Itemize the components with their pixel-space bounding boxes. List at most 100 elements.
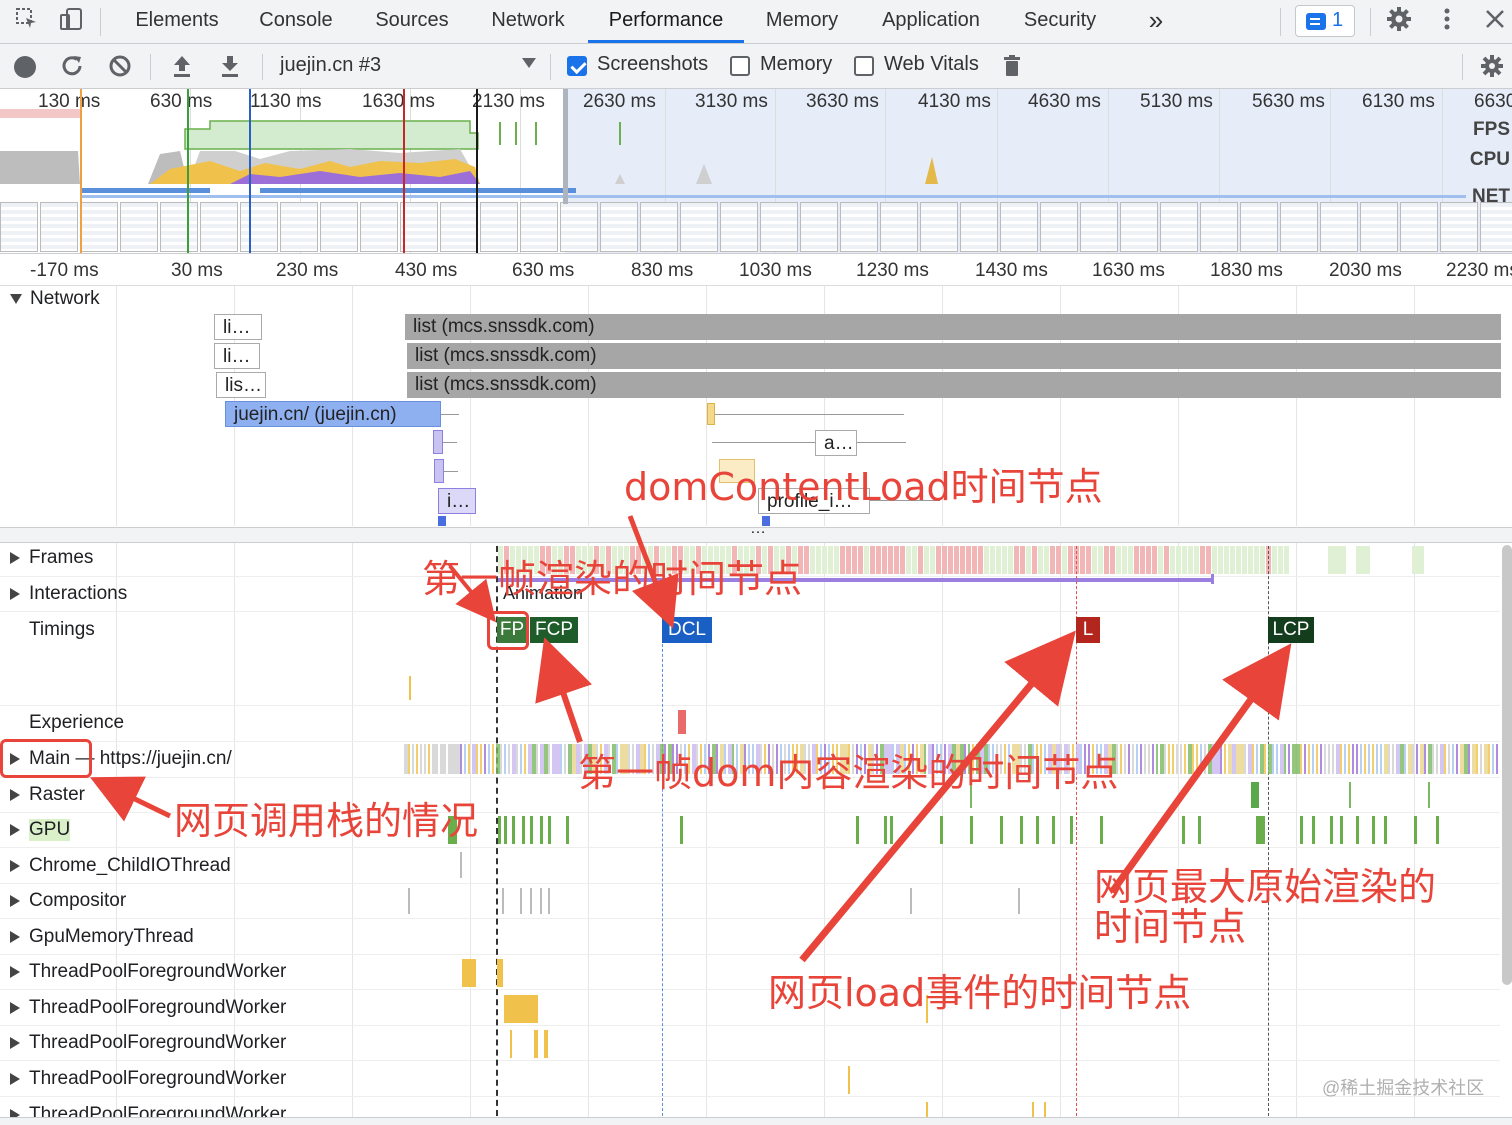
upload-icon[interactable] [168,53,196,81]
gpu-task[interactable] [504,816,507,844]
frame-bar[interactable] [1110,546,1115,574]
main-task[interactable] [1196,744,1198,774]
frame-bar[interactable] [1014,546,1019,574]
main-task[interactable] [1200,744,1202,774]
frame-bar[interactable] [834,546,839,574]
frame-bar[interactable] [1032,546,1037,574]
screenshot-thumbnail[interactable] [800,202,838,252]
frame-bar[interactable] [882,546,887,574]
frame-bar[interactable] [1206,546,1211,574]
frame-bar[interactable] [1122,546,1127,574]
main-task[interactable] [1204,744,1206,774]
main-task[interactable] [480,744,482,774]
frame-bar[interactable] [1242,546,1247,574]
screenshot-thumbnail[interactable] [80,202,118,252]
gpu-task[interactable] [548,816,551,844]
screenshot-thumbnail[interactable] [1440,202,1478,252]
gpu-task[interactable] [1300,816,1303,844]
gpu-task[interactable] [680,816,683,844]
frame-bar[interactable] [1152,546,1157,574]
gpu-task[interactable] [940,816,943,844]
main-task[interactable] [1316,744,1318,774]
main-task[interactable] [1328,744,1330,774]
frame-bar[interactable] [1182,546,1187,574]
expand-gpu-memory-icon[interactable] [10,931,20,943]
main-task[interactable] [1148,744,1150,774]
tab-application[interactable]: Application [866,0,996,43]
main-task[interactable] [1144,744,1146,774]
frame-bar[interactable] [1278,546,1283,574]
tab-security[interactable]: Security [1010,0,1110,43]
frame-bar[interactable] [852,546,857,574]
main-task[interactable] [424,744,426,774]
expand-worker-icon[interactable] [10,1002,20,1014]
screenshot-thumbnail[interactable] [880,202,918,252]
frame-bar[interactable] [1050,546,1055,574]
expand-worker-icon[interactable] [10,966,20,978]
gpu-task[interactable] [884,816,887,844]
frame-bar[interactable] [1038,546,1043,574]
screenshot-thumbnail[interactable] [1000,202,1038,252]
frame-bar[interactable] [804,546,809,574]
main-task[interactable] [1360,744,1362,774]
frame-bar[interactable] [1092,546,1097,574]
screenshot-thumbnail[interactable] [360,202,398,252]
web-vitals-label[interactable]: Web Vitals [884,53,979,76]
screenshot-thumbnail[interactable] [320,202,358,252]
main-task[interactable] [1152,744,1154,774]
settings-gear-icon[interactable] [1384,6,1414,36]
main-task[interactable] [1356,744,1358,774]
screenshot-filmstrip[interactable] [0,202,1512,252]
main-task[interactable] [1488,744,1490,774]
more-vertical-icon[interactable] [1432,6,1462,36]
track-compositor[interactable]: Compositor [29,890,126,912]
track-timings[interactable]: Timings [29,619,95,641]
frame-bar[interactable] [1008,546,1013,574]
main-task[interactable] [564,744,566,774]
expand-compositor-icon[interactable] [10,895,20,907]
screenshot-thumbnail[interactable] [720,202,758,252]
clear-icon[interactable] [106,53,134,81]
screenshots-checkbox[interactable] [567,56,587,76]
frame-bar[interactable] [1230,546,1235,574]
main-task[interactable] [1404,744,1406,774]
main-task[interactable] [1376,744,1378,774]
frame-bar[interactable] [1212,546,1217,574]
frame-bar[interactable] [864,546,869,574]
screenshot-thumbnail[interactable] [160,202,198,252]
screenshot-thumbnail[interactable] [1240,202,1278,252]
frame-bar[interactable] [1200,546,1205,574]
frame-bar[interactable] [1260,546,1265,574]
main-task[interactable] [560,744,562,774]
frame-bar[interactable] [924,546,929,574]
gpu-task[interactable] [1356,816,1359,844]
main-task[interactable] [1372,744,1374,774]
screenshot-thumbnail[interactable] [560,202,598,252]
screenshot-thumbnail[interactable] [1400,202,1438,252]
screenshot-thumbnail[interactable] [1480,202,1512,252]
memory-checkbox[interactable] [730,56,750,76]
track-worker[interactable]: ThreadPoolForegroundWorker [29,961,286,983]
main-task[interactable] [1320,744,1322,774]
main-task[interactable] [412,744,414,774]
main-task[interactable] [1156,744,1158,774]
main-task[interactable] [1444,744,1446,774]
frame-bar[interactable] [996,546,1001,574]
screenshot-thumbnail[interactable] [960,202,998,252]
record-icon[interactable] [14,56,36,78]
screenshot-thumbnail[interactable] [920,202,958,252]
capture-settings-icon[interactable] [1478,53,1506,81]
gpu-task[interactable] [890,816,893,844]
frame-bar[interactable] [1020,546,1025,574]
screenshot-thumbnail[interactable] [1200,202,1238,252]
network-request[interactable]: list (mcs.snssdk.com) [407,372,1501,398]
screenshots-label[interactable]: Screenshots [597,53,708,76]
frame-bar[interactable] [822,546,827,574]
screenshot-thumbnail[interactable] [640,202,678,252]
frame-bar[interactable] [930,546,935,574]
main-task[interactable] [1368,744,1370,774]
fcp-marker[interactable]: FCP [530,617,578,643]
main-task[interactable] [1164,744,1166,774]
main-task[interactable] [476,744,478,774]
gpu-task[interactable] [1372,816,1375,844]
